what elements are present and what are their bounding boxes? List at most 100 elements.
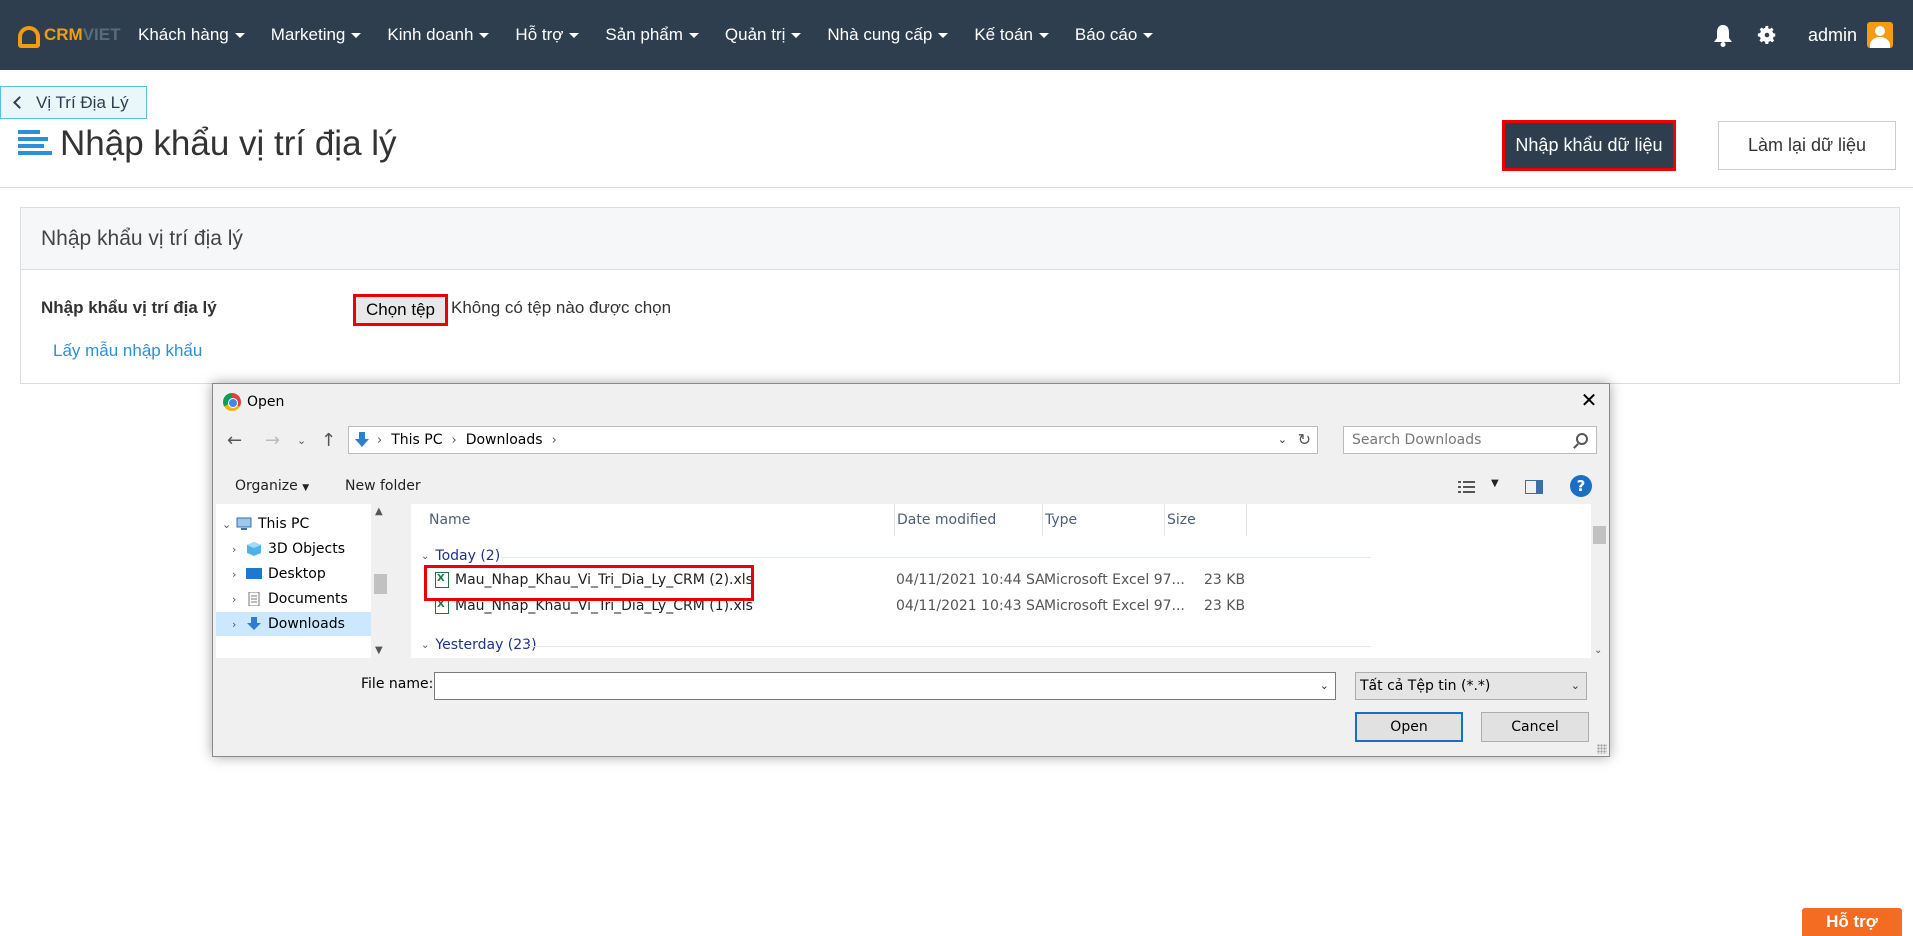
search-input[interactable]: Search Downloads: [1343, 426, 1597, 454]
import-panel: Nhập khẩu vị trí địa lý Nhập khẩu vị trí…: [20, 207, 1900, 384]
open-file-dialog: Open ✕ ← → ⌄ ↑ › This PC › Downloads › ⌄…: [212, 383, 1610, 757]
back-arrow-icon[interactable]: ←: [227, 430, 242, 451]
column-type[interactable]: Type: [1037, 504, 1077, 536]
computer-icon: [236, 517, 252, 530]
chevron-right-icon: ›: [232, 567, 237, 581]
choose-file-button[interactable]: Chọn tệp: [353, 294, 448, 326]
menu-khach-hang[interactable]: Khách hàng: [138, 25, 245, 45]
organize-button[interactable]: Organize ▼: [235, 478, 309, 494]
view-dropdown-icon[interactable]: ▼: [1491, 478, 1499, 489]
chevron-right-icon: ›: [232, 617, 237, 631]
user-name[interactable]: admin: [1808, 25, 1857, 46]
top-navbar: CRM VIET Khách hàng Marketing Kinh doanh…: [0, 0, 1913, 70]
preview-pane-icon[interactable]: [1525, 480, 1543, 494]
document-icon: [248, 592, 260, 606]
caret-down-icon: [1038, 32, 1049, 38]
help-icon[interactable]: ?: [1570, 475, 1592, 497]
file-list-scrollbar[interactable]: ⌄: [1591, 504, 1608, 658]
file-name-input[interactable]: ⌄: [434, 672, 1336, 700]
group-yesterday[interactable]: ⌄ Yesterday (23): [421, 637, 537, 653]
panel-heading: Nhập khẩu vị trí địa lý: [21, 208, 1899, 270]
column-date-modified[interactable]: Date modified: [889, 504, 996, 536]
file-size: 23 KB: [1204, 572, 1246, 588]
view-details-icon[interactable]: [1458, 480, 1476, 494]
up-arrow-icon[interactable]: ↑: [321, 430, 336, 451]
address-bar[interactable]: › This PC › Downloads › ⌄ ↻: [348, 426, 1318, 454]
tree-item-3d-objects[interactable]: › 3D Objects: [216, 537, 371, 561]
desktop-icon: [246, 568, 262, 579]
tree-item-this-pc[interactable]: ⌄ This PC: [216, 512, 371, 536]
open-button[interactable]: Open: [1355, 712, 1463, 742]
chevron-down-icon[interactable]: ⌄: [1278, 433, 1287, 446]
resize-grip-icon[interactable]: [1597, 744, 1607, 754]
support-button[interactable]: Hỗ trợ: [1802, 908, 1902, 936]
chevron-down-icon: ⌄: [222, 517, 232, 531]
caret-down-icon: [791, 32, 802, 38]
scroll-down-icon[interactable]: ▼: [375, 645, 383, 656]
file-date: 04/11/2021 10:43 SA: [896, 598, 1045, 614]
caret-down-icon: [938, 32, 949, 38]
tree-item-downloads[interactable]: › Downloads: [216, 612, 371, 636]
caret-down-icon: ▼: [302, 483, 310, 493]
group-today[interactable]: ⌄ Today (2): [421, 548, 500, 564]
caret-down-icon: [479, 32, 490, 38]
import-field-label: Nhập khẩu vị trí địa lý: [41, 298, 217, 317]
close-icon[interactable]: ✕: [1579, 390, 1599, 410]
caret-down-icon: [688, 32, 699, 38]
chevron-down-icon[interactable]: ⌄: [1320, 679, 1329, 692]
no-file-text: Không có tệp nào được chọn: [451, 298, 672, 317]
file-name-label: File name:: [361, 676, 434, 692]
menu-ho-tro[interactable]: Hỗ trợ: [515, 25, 580, 45]
sample-template-link[interactable]: Lấy mẫu nhập khẩu: [53, 341, 202, 361]
menu-bao-cao[interactable]: Báo cáo: [1075, 25, 1154, 45]
scroll-thumb[interactable]: [1593, 526, 1606, 544]
download-icon: [247, 617, 261, 630]
menu-quan-tri[interactable]: Quản trị: [725, 25, 802, 45]
file-type-select[interactable]: Tất cả Tệp tin (*.*) ⌄: [1355, 672, 1587, 700]
tree-scrollbar[interactable]: ▲ ▼: [372, 504, 389, 658]
recent-dropdown-icon[interactable]: ⌄: [297, 434, 306, 447]
menu-san-pham[interactable]: Sản phẩm: [605, 25, 699, 45]
chevron-right-icon: ›: [232, 592, 237, 606]
bell-icon[interactable]: [1712, 23, 1734, 47]
search-icon: [1576, 433, 1588, 445]
page-title: Nhập khẩu vị trí địa lý: [18, 124, 397, 164]
main-menu: Khách hàng Marketing Kinh doanh Hỗ trợ S…: [138, 0, 1179, 70]
logo-text-crm: CRM: [44, 25, 83, 44]
avatar[interactable]: [1867, 22, 1893, 48]
breadcrumb-this-pc[interactable]: This PC: [391, 432, 442, 448]
scroll-thumb[interactable]: [374, 574, 387, 594]
reset-data-button[interactable]: Làm lại dữ liệu: [1718, 121, 1896, 170]
back-button-label: Vị Trí Địa Lý: [36, 92, 129, 112]
column-size[interactable]: Size: [1159, 504, 1196, 536]
tree-item-documents[interactable]: › Documents: [216, 587, 371, 611]
cube-icon: [247, 542, 261, 556]
scroll-down-icon[interactable]: ⌄: [1594, 645, 1602, 656]
menu-ke-toan[interactable]: Kế toán: [974, 25, 1049, 45]
cancel-button[interactable]: Cancel: [1481, 712, 1589, 742]
caret-down-icon: [569, 32, 580, 38]
refresh-icon[interactable]: ↻: [1298, 430, 1311, 449]
file-date: 04/11/2021 10:44 SA: [896, 572, 1045, 588]
file-size: 23 KB: [1204, 598, 1246, 614]
back-button[interactable]: Vị Trí Địa Lý: [0, 86, 147, 119]
caret-down-icon: [351, 32, 362, 38]
new-folder-button[interactable]: New folder: [345, 478, 421, 494]
gear-icon[interactable]: [1756, 24, 1778, 46]
scroll-up-icon[interactable]: ▲: [375, 506, 383, 517]
column-name[interactable]: Name: [421, 504, 470, 536]
chevron-right-icon: ›: [232, 542, 237, 556]
dialog-toolbar: Organize ▼ New folder ▼ ?: [213, 472, 1609, 502]
menu-nha-cung-cap[interactable]: Nhà cung cấp: [827, 25, 949, 45]
tree-item-desktop[interactable]: › Desktop: [216, 562, 371, 586]
breadcrumb-downloads[interactable]: Downloads: [466, 432, 543, 448]
navigation-tree: ⌄ This PC › 3D Objects › Desktop › Docum…: [216, 504, 371, 658]
menu-kinh-doanh[interactable]: Kinh doanh: [387, 25, 490, 45]
crmviet-logo[interactable]: CRM VIET: [18, 15, 128, 55]
menu-marketing[interactable]: Marketing: [271, 25, 362, 45]
logo-text-viet: VIET: [82, 25, 121, 44]
forward-arrow-icon[interactable]: →: [265, 430, 280, 451]
title-divider: [0, 187, 1913, 188]
chevron-down-icon: ⌄: [421, 550, 430, 562]
import-data-button[interactable]: Nhập khẩu dữ liệu: [1502, 120, 1676, 171]
